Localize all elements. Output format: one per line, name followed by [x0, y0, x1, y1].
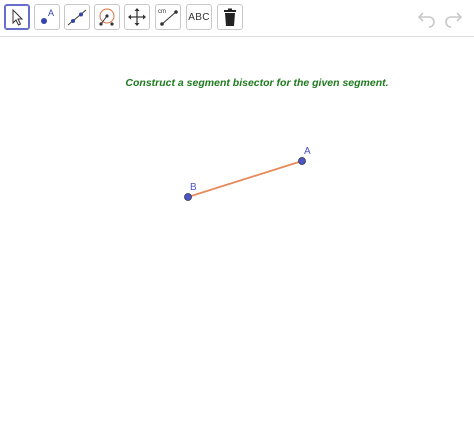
undo-button[interactable] — [416, 6, 438, 30]
point-a-label: A — [304, 146, 311, 157]
point-b[interactable] — [184, 193, 192, 201]
segment-ab[interactable] — [187, 160, 303, 198]
circle-tool-button[interactable] — [94, 4, 120, 30]
four-arrows-icon — [128, 8, 146, 26]
point-a[interactable] — [298, 157, 306, 165]
text-tool-label: ABC — [188, 11, 210, 23]
delete-tool-button[interactable] — [217, 4, 243, 30]
text-tool-button[interactable]: ABC — [186, 4, 212, 30]
point-tool-label: A — [48, 8, 54, 18]
distance-tool-button[interactable]: cm — [155, 4, 181, 30]
move-graphics-view-button[interactable] — [124, 4, 150, 30]
toolbar: A cm ABC — [0, 0, 474, 37]
point-icon: A — [41, 8, 54, 24]
line-tool-button[interactable] — [64, 4, 90, 30]
arrow-cursor-icon — [12, 8, 24, 26]
point-b-label: B — [190, 182, 197, 193]
distance-tool-label: cm — [158, 9, 166, 15]
compass-circle-icon — [99, 8, 115, 26]
line-through-points-icon — [67, 9, 87, 26]
redo-icon — [445, 12, 463, 28]
trash-icon — [224, 8, 236, 26]
graphics-view[interactable]: A B — [0, 37, 474, 440]
move-tool-button[interactable] — [4, 4, 30, 30]
undo-icon — [417, 12, 435, 28]
point-tool-button[interactable]: A — [34, 4, 60, 30]
redo-button[interactable] — [442, 6, 464, 30]
ruler-icon: cm — [158, 9, 178, 26]
